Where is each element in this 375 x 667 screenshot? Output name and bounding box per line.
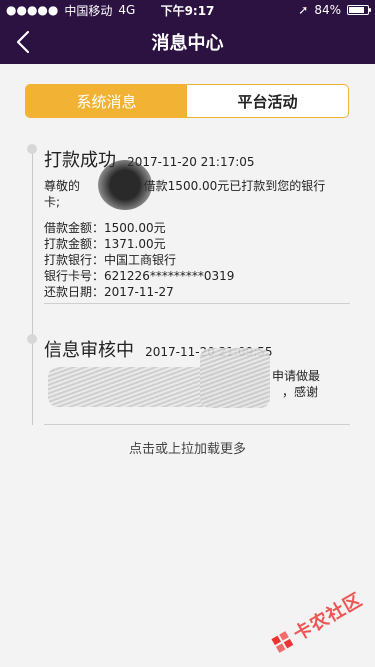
detail-label: 银行卡号：	[44, 269, 105, 283]
battery-percent: 84%	[314, 3, 341, 17]
timeline-line	[32, 150, 33, 425]
detail-label: 借款金额：	[44, 221, 105, 235]
body-fragment: 申请做最	[272, 369, 321, 383]
detail-row: 还款日期：2017-11-27	[44, 284, 354, 300]
detail-value: 1371.00元	[104, 237, 166, 251]
divider	[44, 424, 350, 425]
body-prefix: 尊敬的	[44, 179, 81, 193]
signal-dots-icon: ●●●●●	[6, 3, 59, 17]
detail-row: 打款金额：1371.00元	[44, 236, 354, 252]
body-suffix: 借款1500.00元已打款到您的银行卡;	[44, 179, 326, 209]
timeline-dot	[27, 334, 37, 344]
battery-icon	[347, 5, 371, 15]
watermark-text: 卡农社区	[289, 589, 367, 646]
detail-value: 中国工商银行	[104, 253, 177, 267]
detail-label: 还款日期：	[44, 285, 105, 299]
status-time: 下午9:17	[160, 3, 215, 18]
message-body: 尊敬的 借款1500.00元已打款到您的银行卡;	[44, 178, 334, 210]
detail-value: 2017-11-27	[104, 285, 174, 299]
page-title: 消息中心	[151, 33, 224, 54]
detail-label: 打款银行：	[44, 253, 105, 267]
watermark: 卡农社区	[267, 586, 367, 659]
status-bar: ●●●●● 中国移动 4G 下午9:17 ➚ 84%	[0, 0, 375, 20]
location-arrow-icon: ➚	[298, 3, 309, 17]
redaction-scribble	[98, 160, 152, 210]
detail-row: 借款金额：1500.00元	[44, 220, 354, 236]
back-arrow-icon[interactable]	[10, 28, 38, 56]
status-left: ●●●●● 中国移动 4G	[6, 2, 146, 19]
watermark-logo-icon	[269, 628, 296, 655]
divider	[44, 303, 350, 304]
detail-value: 1500.00元	[104, 221, 166, 235]
tab-system-messages[interactable]: 系统消息	[26, 85, 187, 117]
detail-row: 打款银行：中国工商银行	[44, 252, 354, 268]
detail-row: 银行卡号：621226*********0319	[44, 268, 354, 284]
timeline-dot	[27, 144, 37, 154]
message-time: 2017-11-20 21:17:05	[127, 155, 255, 169]
body-fragment: ，感谢	[282, 385, 319, 399]
detail-label: 打款金额：	[44, 237, 105, 251]
message-type-tabs: 系统消息 平台活动	[25, 84, 349, 118]
load-more-button[interactable]: 点击或上拉加载更多	[0, 438, 375, 457]
carrier-label: 中国移动	[64, 3, 113, 18]
payment-details: 借款金额：1500.00元 打款金额：1371.00元 打款银行：中国工商银行 …	[44, 220, 354, 300]
network-label: 4G	[118, 3, 136, 17]
detail-value: 621226*********0319	[104, 269, 235, 283]
nav-bar: 消息中心	[0, 20, 375, 64]
battery-level	[349, 7, 364, 13]
message-title: 信息审核中	[44, 340, 134, 361]
redaction-smudge	[200, 348, 270, 408]
status-right: ➚ 84%	[229, 3, 371, 17]
tab-platform-activities[interactable]: 平台活动	[187, 85, 348, 117]
message-card-payment[interactable]: 打款成功 2017-11-20 21:17:05 尊敬的 借款1500.00元已…	[44, 146, 354, 300]
